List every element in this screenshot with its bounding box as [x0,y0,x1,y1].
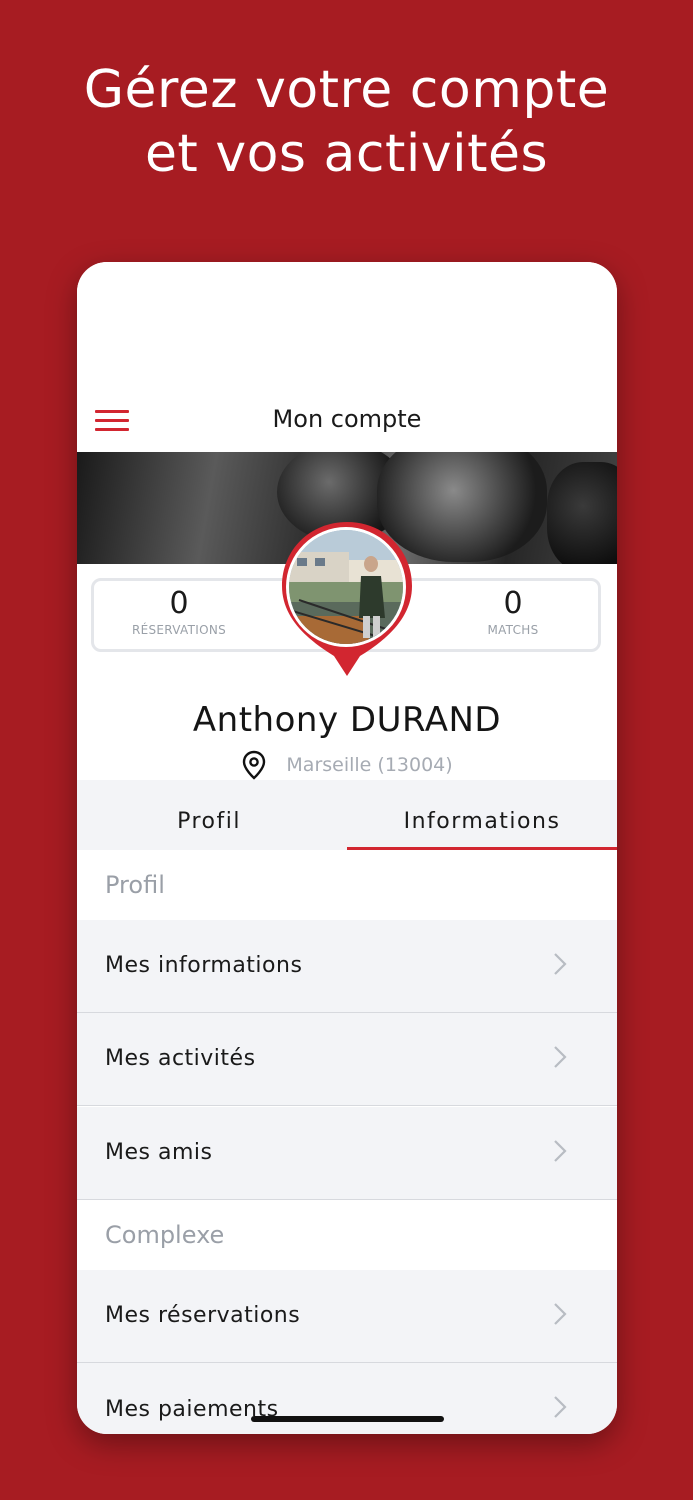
location-text: Marseille (13004) [286,754,453,776]
reservations-label: RÉSERVATIONS [131,623,227,637]
page-title: Mon compte [272,405,422,433]
chevron-right-icon [554,1046,567,1068]
user-location: Marseille (13004) [77,750,617,780]
chevron-right-icon [554,1303,567,1325]
stat-reservations[interactable]: 0 RÉSERVATIONS [94,586,264,638]
location-pin-icon [243,750,266,780]
list-item-label: Mes amis [105,1140,213,1165]
list-item-mes-amis[interactable]: Mes amis [77,1107,617,1200]
list-item-mes-paiements[interactable]: Mes paiements [77,1363,617,1434]
tab-profil[interactable]: Profil [77,780,344,850]
matchs-count: 0 [503,586,523,621]
chevron-right-icon [554,1140,567,1162]
chevron-right-icon [554,1396,567,1418]
list-item-label: Mes informations [105,953,303,978]
profile-tabs: Profil Informations [77,780,617,850]
headline-line-2: et vos activités [144,124,549,184]
phone-screen: Mon compte 0 RÉSERVATIONS 0 MATCHS Antho… [77,262,617,1434]
chevron-right-icon [554,953,567,975]
avatar [289,530,403,644]
list-item-mes-informations[interactable]: Mes informations [77,920,617,1013]
reservations-count: 0 [169,586,189,621]
tab-informations[interactable]: Informations [347,780,617,850]
list-item-mes-reservations[interactable]: Mes réservations [77,1270,617,1363]
list-item-label: Mes paiements [105,1397,279,1422]
list-item-mes-activites[interactable]: Mes activités [77,1013,617,1106]
list-item-label: Mes activités [105,1046,256,1071]
promo-headline: Gérez votre compte et vos activités [0,58,693,186]
avatar-pin[interactable] [278,518,416,678]
list-item-label: Mes réservations [105,1303,301,1328]
app-header: Mon compte [77,262,617,452]
home-indicator[interactable] [251,1416,444,1422]
stat-matchs[interactable]: 0 MATCHS [428,586,598,638]
section-header-complexe: Complexe [77,1200,617,1270]
user-full-name: Anthony DURAND [192,700,502,740]
headline-line-1: Gérez votre compte [83,60,610,120]
section-header-profil: Profil [77,850,617,920]
matchs-label: MATCHS [487,623,539,637]
